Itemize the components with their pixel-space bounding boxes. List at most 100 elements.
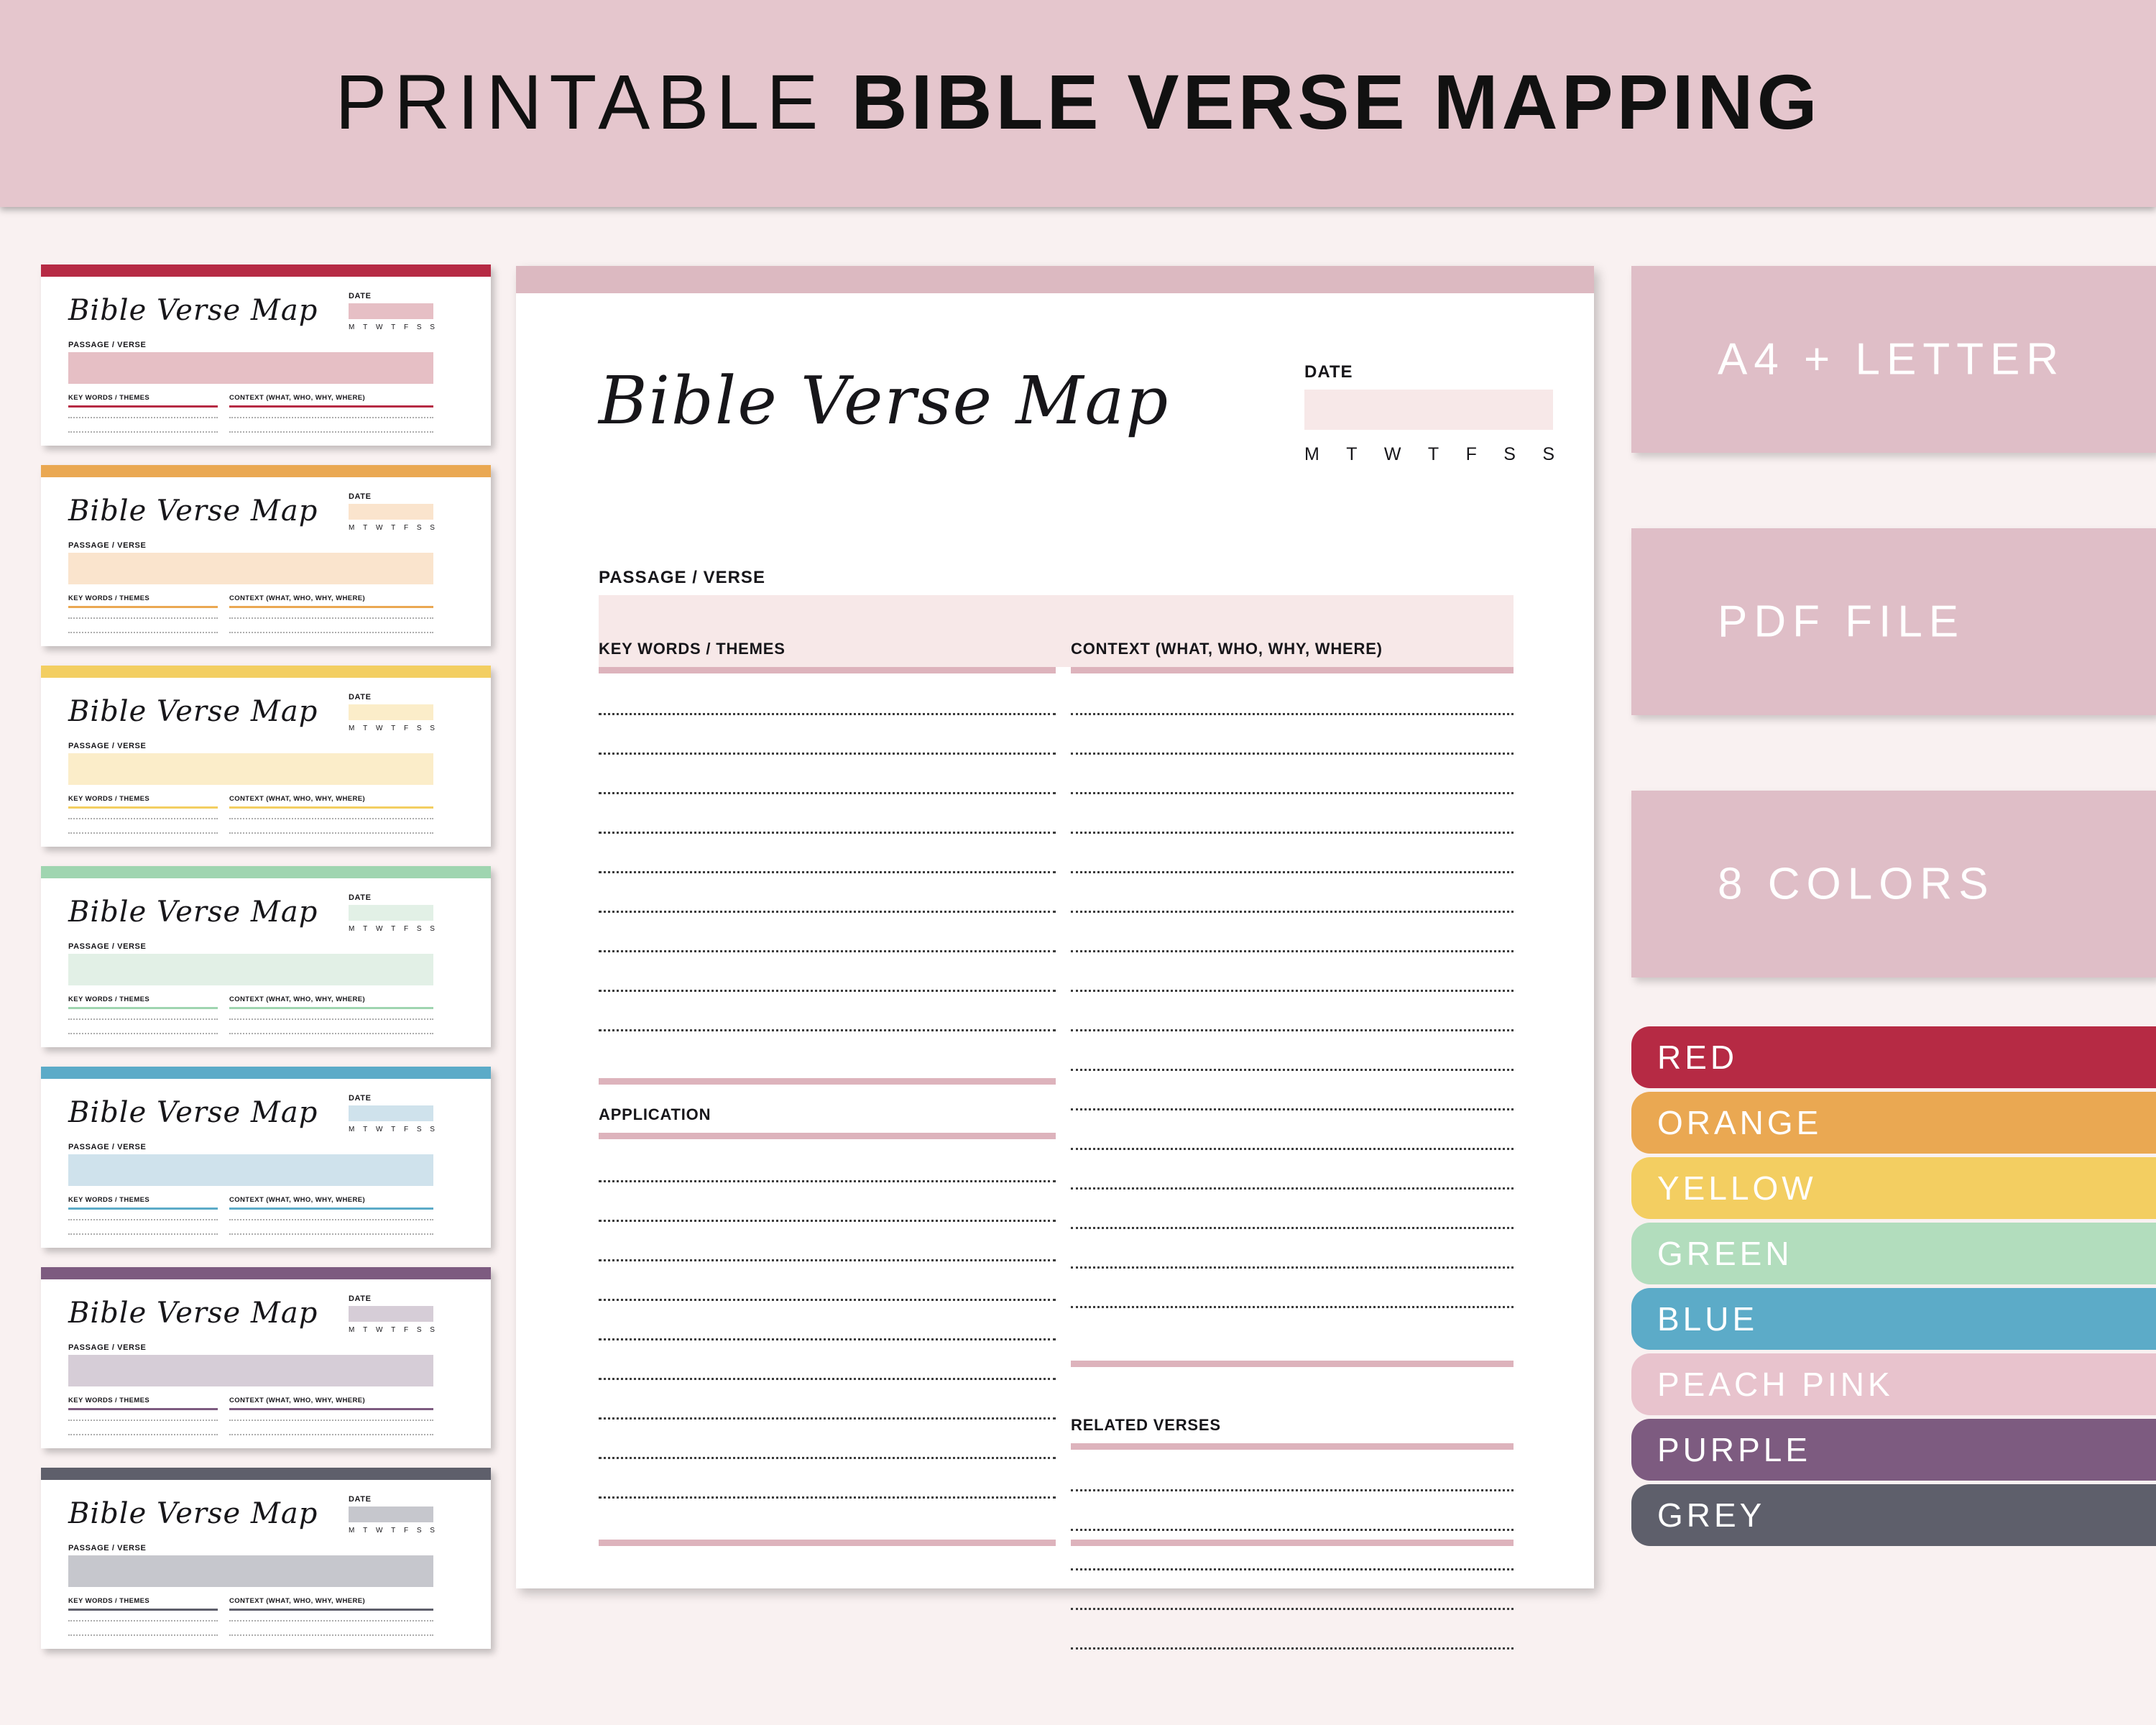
thumbnail-weekday-row: MTWTFSS — [349, 1527, 435, 1535]
context-line-1[interactable] — [1071, 753, 1514, 755]
context-line-9[interactable] — [1071, 1069, 1514, 1071]
keywords-line-1[interactable] — [599, 753, 1056, 755]
thumbnail-dotted-line — [68, 431, 218, 433]
keywords-line-4[interactable] — [599, 871, 1056, 873]
weekday-4[interactable]: F — [1466, 444, 1477, 465]
application-line-1[interactable] — [599, 1220, 1056, 1222]
weekday-2[interactable]: W — [1384, 444, 1401, 465]
application-line-6[interactable] — [599, 1417, 1056, 1420]
keywords-line-3[interactable] — [599, 832, 1056, 834]
main-preview-page[interactable]: Bible Verse Map DATE M T W T F S S PASSAGE / V… — [516, 266, 1594, 1650]
thumbnail-top-bar — [41, 264, 491, 277]
context-label: CONTEXT (WHAT, WHO, WHY, WHERE) — [1071, 640, 1383, 658]
context-line-2[interactable] — [1071, 792, 1514, 794]
thumbnail-passage-box — [68, 553, 433, 584]
thumbnail-weekday: F — [404, 524, 409, 532]
weekday-1[interactable]: T — [1346, 444, 1357, 465]
application-line-8[interactable] — [599, 1496, 1056, 1499]
context-line-12[interactable] — [1071, 1187, 1514, 1190]
thumbnail-context-label: CONTEXT (WHAT, WHO, WHY, WHERE) — [229, 1597, 366, 1605]
context-line-5[interactable] — [1071, 911, 1514, 913]
weekday-3[interactable]: T — [1428, 444, 1439, 465]
related-verses-line-1[interactable] — [1071, 1529, 1514, 1531]
keywords-line-7[interactable] — [599, 990, 1056, 992]
keywords-themes-rule — [599, 667, 1056, 673]
swatch-green[interactable]: GREEN — [1631, 1223, 2156, 1284]
context-line-6[interactable] — [1071, 950, 1514, 952]
swatch-purple[interactable]: PURPLE — [1631, 1419, 2156, 1481]
thumbnail-weekday: S — [430, 925, 435, 933]
related-verses-label: RELATED VERSES — [1071, 1416, 1221, 1434]
header-banner: PRINTABLE BIBLE VERSE MAPPING — [0, 0, 2156, 207]
thumbnail-title: Bible Verse Map — [68, 1096, 318, 1129]
thumbnail-weekday-row: MTWTFSS — [349, 925, 435, 933]
thumbnail-yellow[interactable]: Bible Verse Map DATE M T W T F S S PASSAGE / VERS… — [41, 666, 491, 847]
thumbnail-dotted-line — [229, 1434, 433, 1435]
related-verses-line-4[interactable] — [1071, 1647, 1514, 1650]
keywords-line-6[interactable] — [599, 950, 1056, 952]
thumbnail-dotted-line — [229, 617, 433, 619]
thumbnail-rule-left — [68, 1007, 218, 1009]
context-line-14[interactable] — [1071, 1266, 1514, 1269]
date-input-box[interactable] — [1304, 390, 1553, 430]
thumbnail-rule-left — [68, 1208, 218, 1210]
context-line-15[interactable] — [1071, 1306, 1514, 1308]
thumbnail-green[interactable]: Bible Verse Map DATE M T W T F S S PASSAGE / VERS… — [41, 866, 491, 1047]
thumbnail-passage-box — [68, 1555, 433, 1587]
thumbnail-weekday-row: MTWTFSS — [349, 724, 435, 732]
swatch-grey[interactable]: GREY — [1631, 1484, 2156, 1546]
application-line-3[interactable] — [599, 1299, 1056, 1301]
application-line-2[interactable] — [599, 1259, 1056, 1261]
swatch-yellow[interactable]: YELLOW — [1631, 1157, 2156, 1219]
context-line-0[interactable] — [1071, 713, 1514, 715]
thumbnail-orange[interactable]: Bible Verse Map DATE M T W T F S S PASSAGE / VERS… — [41, 465, 491, 646]
thumbnail-dotted-line — [68, 1620, 218, 1622]
context-line-10[interactable] — [1071, 1108, 1514, 1110]
badge-a4-letter-label: A4 + LETTER — [1718, 334, 2065, 385]
swatch-label: PURPLE — [1657, 1431, 1812, 1468]
thumbnail-weekday: T — [391, 323, 396, 331]
thumbnail-weekday: S — [430, 724, 435, 732]
keywords-line-2[interactable] — [599, 792, 1056, 794]
related-verses-rule — [1071, 1443, 1514, 1450]
thumbnail-weekday: F — [404, 724, 409, 732]
context-line-8[interactable] — [1071, 1029, 1514, 1031]
thumbnail-grey[interactable]: Bible Verse Map DATE M T W T F S S PASSAGE / VERS… — [41, 1468, 491, 1649]
date-label: DATE — [1304, 362, 1353, 382]
weekday-6[interactable]: S — [1542, 444, 1554, 465]
keywords-line-5[interactable] — [599, 911, 1056, 913]
swatch-red[interactable]: RED — [1631, 1026, 2156, 1088]
weekday-5[interactable]: S — [1503, 444, 1516, 465]
context-line-11[interactable] — [1071, 1148, 1514, 1150]
thumbnail-weekday: F — [404, 925, 409, 933]
thumbnail-purple[interactable]: Bible Verse Map DATE M T W T F S S PASSAGE / VERS… — [41, 1267, 491, 1448]
keywords-line-8[interactable] — [599, 1029, 1056, 1031]
related-verses-line-2[interactable] — [1071, 1568, 1514, 1570]
context-line-3[interactable] — [1071, 832, 1514, 834]
related-verses-line-3[interactable] — [1071, 1608, 1514, 1610]
thumbnail-keywords-label: KEY WORDS / THEMES — [68, 594, 150, 602]
swatch-orange[interactable]: ORANGE — [1631, 1092, 2156, 1154]
application-line-4[interactable] — [599, 1338, 1056, 1340]
thumbnail-red[interactable]: Bible Verse Map DATE M T W T F S S PASSAGE / VERS… — [41, 264, 491, 446]
application-line-5[interactable] — [599, 1378, 1056, 1380]
badge-a4-letter: A4 + LETTER — [1631, 266, 2156, 453]
related-verses-line-0[interactable] — [1071, 1489, 1514, 1491]
application-line-0[interactable] — [599, 1180, 1056, 1182]
thumbnail-blue[interactable]: Bible Verse Map DATE M T W T F S S PASSAGE / VERS… — [41, 1067, 491, 1248]
thumbnail-dotted-line — [68, 832, 218, 834]
thumbnail-rule-right — [229, 1208, 433, 1210]
thumbnail-top-bar — [41, 666, 491, 678]
swatch-peach-pink[interactable]: PEACH PINK — [1631, 1353, 2156, 1415]
weekday-0[interactable]: M — [1304, 444, 1319, 465]
thumbnail-passage-label: PASSAGE / VERSE — [68, 1343, 147, 1352]
context-line-4[interactable] — [1071, 871, 1514, 873]
context-line-13[interactable] — [1071, 1227, 1514, 1229]
thumbnail-passage-box — [68, 1355, 433, 1386]
swatch-blue[interactable]: BLUE — [1631, 1288, 2156, 1350]
application-line-7[interactable] — [599, 1457, 1056, 1459]
keywords-line-0[interactable] — [599, 713, 1056, 715]
context-line-7[interactable] — [1071, 990, 1514, 992]
thumbnail-context-label: CONTEXT (WHAT, WHO, WHY, WHERE) — [229, 594, 366, 602]
thumbnail-context-label: CONTEXT (WHAT, WHO, WHY, WHERE) — [229, 995, 366, 1003]
